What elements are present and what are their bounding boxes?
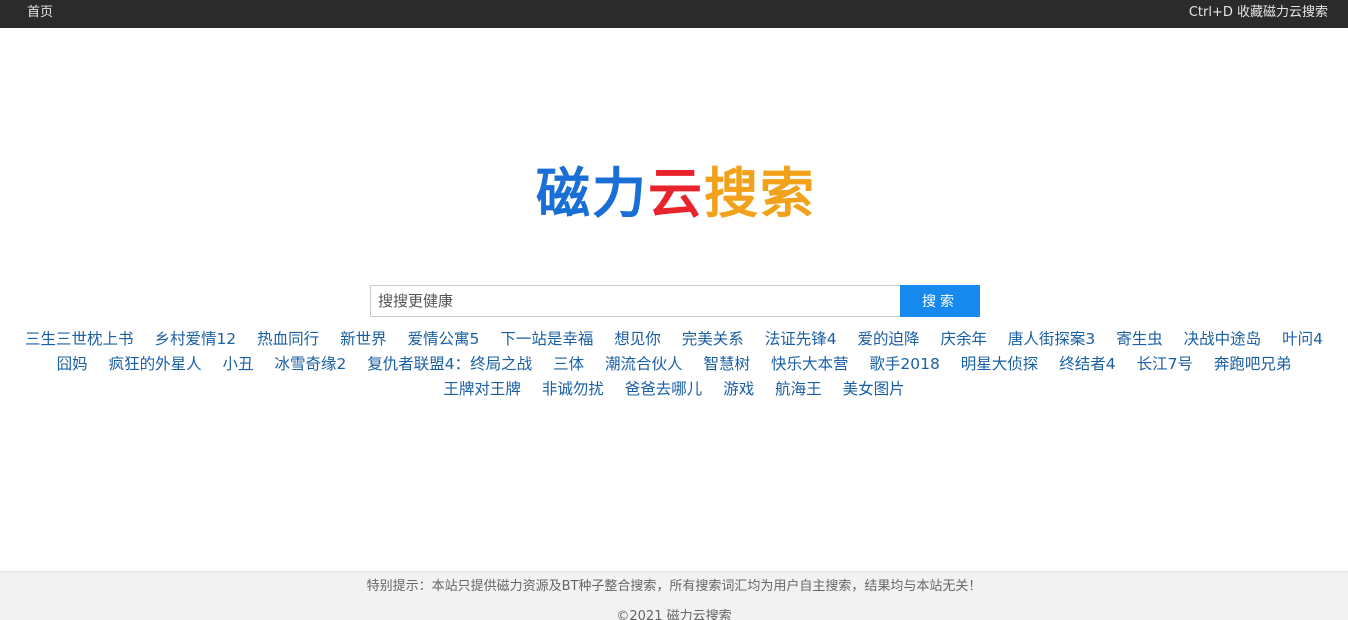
hot-keyword-link[interactable]: 唐人街探案3 [1008, 327, 1095, 352]
footer-copyright: ©2021 磁力云搜索 [616, 609, 732, 620]
hot-keyword-link[interactable]: 快乐大本营 [771, 352, 849, 377]
logo-char: 力 [592, 162, 648, 222]
hot-keyword-link[interactable]: 爱的迫降 [858, 327, 920, 352]
hot-keyword-link[interactable]: 王牌对王牌 [443, 377, 521, 402]
search-form: 搜索 [370, 285, 980, 317]
hot-keyword-link[interactable]: 长江7号 [1137, 352, 1193, 377]
hot-keyword-link[interactable]: 复仇者联盟4：终局之战 [367, 352, 532, 377]
logo-char: 云 [648, 162, 704, 222]
site-logo: 磁力云搜索 [536, 162, 816, 222]
hot-keyword-link[interactable]: 囧妈 [57, 352, 88, 377]
logo-char: 索 [760, 162, 816, 222]
search-button[interactable]: 搜索 [900, 285, 980, 317]
hot-keyword-link[interactable]: 新世界 [340, 327, 387, 352]
hot-keyword-link[interactable]: 歌手2018 [869, 352, 939, 377]
search-input[interactable] [370, 285, 901, 317]
hot-keyword-link[interactable]: 疯狂的外星人 [109, 352, 202, 377]
bookmark-hint-link[interactable]: Ctrl+D 收藏磁力云搜索 [1189, 5, 1328, 21]
hot-keyword-link[interactable]: 航海王 [775, 377, 822, 402]
hot-keyword-link[interactable]: 爱情公寓5 [408, 327, 480, 352]
logo-char: 磁 [536, 162, 592, 222]
hot-keyword-link[interactable]: 奔跑吧兄弟 [1214, 352, 1292, 377]
hot-keyword-link[interactable]: 美女图片 [843, 377, 905, 402]
hot-keyword-link[interactable]: 三生三世枕上书 [25, 327, 134, 352]
hot-keyword-link[interactable]: 法证先锋4 [765, 327, 837, 352]
hot-keyword-link[interactable]: 叶问4 [1282, 327, 1323, 352]
hot-keyword-link[interactable]: 游戏 [723, 377, 754, 402]
hot-keyword-link[interactable]: 决战中途岛 [1184, 327, 1262, 352]
home-link[interactable]: 首页 [27, 5, 53, 21]
logo-char: 搜 [704, 162, 760, 222]
hot-keyword-link[interactable]: 热血同行 [257, 327, 319, 352]
hot-keyword-link[interactable]: 完美关系 [682, 327, 744, 352]
hot-keyword-link[interactable]: 潮流合伙人 [605, 352, 683, 377]
footer-disclaimer: 特别提示：本站只提供磁力资源及BT种子整合搜索，所有搜索词汇均为用户自主搜索，结… [366, 579, 982, 594]
footer: 特别提示：本站只提供磁力资源及BT种子整合搜索，所有搜索词汇均为用户自主搜索，结… [0, 571, 1348, 620]
top-bar: 首页 Ctrl+D 收藏磁力云搜索 [0, 0, 1348, 28]
hot-keyword-link[interactable]: 乡村爱情12 [154, 327, 236, 352]
hot-keyword-link[interactable]: 非诚勿扰 [542, 377, 604, 402]
hot-keyword-link[interactable]: 庆余年 [940, 327, 987, 352]
hot-keyword-link[interactable]: 三体 [553, 352, 584, 377]
hot-keyword-link[interactable]: 明星大侦探 [961, 352, 1039, 377]
hot-keyword-link[interactable]: 寄生虫 [1116, 327, 1163, 352]
hot-keyword-link[interactable]: 想见你 [614, 327, 661, 352]
hot-keyword-link[interactable]: 冰雪奇缘2 [274, 352, 346, 377]
hot-keyword-link[interactable]: 下一站是幸福 [500, 327, 593, 352]
hot-keyword-link[interactable]: 爸爸去哪儿 [625, 377, 703, 402]
hot-keywords: 三生三世枕上书 乡村爱情12 热血同行 新世界 爱情公寓5 下一站是幸福 想见你… [0, 327, 1348, 402]
hot-keyword-link[interactable]: 终结者4 [1059, 352, 1115, 377]
svg-text:磁力云搜索: 磁力云搜索 [536, 162, 816, 222]
hot-keyword-link[interactable]: 小丑 [223, 352, 254, 377]
hot-keyword-link[interactable]: 智慧树 [704, 352, 751, 377]
